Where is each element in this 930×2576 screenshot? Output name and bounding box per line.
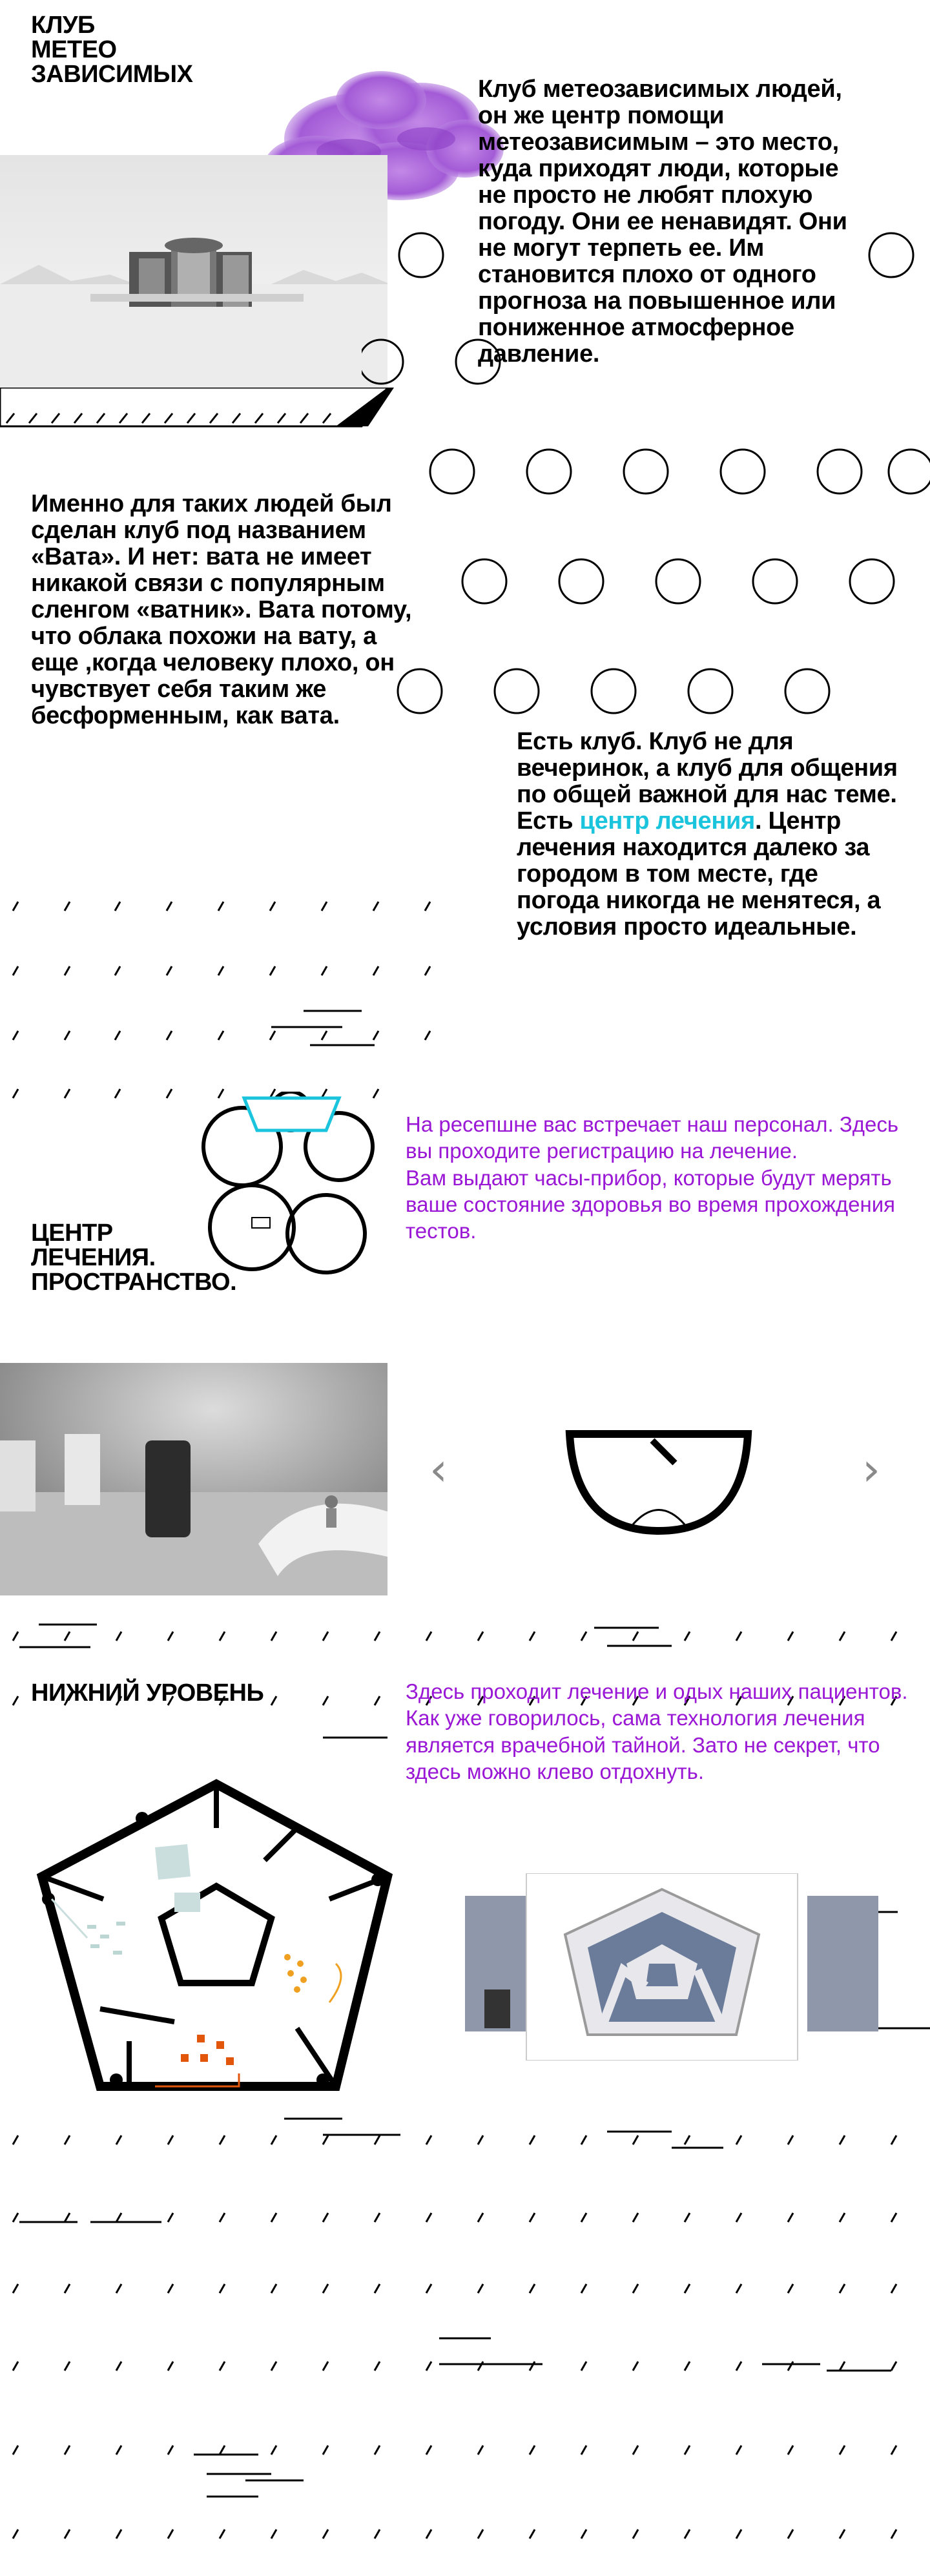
striped-base: [0, 388, 394, 428]
club-text: Есть клуб. Клуб не для вечеринок, а клуб…: [517, 728, 904, 940]
pentagon-model-render: [465, 1873, 878, 2061]
carousel-next-button[interactable]: ›: [862, 1447, 880, 1492]
intro-text: Клуб метеозависимых людей, он же центр п…: [478, 76, 847, 368]
vata-text: Именно для таких людей был сделан клуб п…: [31, 490, 412, 730]
treatment-center-link[interactable]: центр лечения: [580, 807, 756, 835]
reception-text: На ресепшне вас встречает наш персонал. …: [406, 1112, 899, 1243]
center-heading-line-1: ЦЕНТР: [31, 1220, 113, 1247]
reception-render: [0, 1363, 388, 1595]
title-line-2: МЕТЕО: [31, 36, 117, 63]
center-heading-line-2: ЛЕЧЕНИЯ.: [31, 1244, 156, 1271]
half-circle-plan: [565, 1430, 752, 1535]
building-render: [0, 155, 388, 394]
title-line-1: КЛУБ: [31, 12, 95, 39]
pentagon-floor-plan: [36, 1779, 393, 2091]
center-heading: ЦЕНТР ЛЕЧЕНИЯ. ПРОСТРАНСТВО.: [31, 1220, 237, 1296]
center-heading-line-3: ПРОСТРАНСТВО.: [31, 1269, 237, 1296]
title-line-3: ЗАВИСИМЫХ: [31, 61, 193, 88]
page-title: КЛУБ МЕТЕО ЗАВИСИМЫХ: [31, 12, 193, 88]
carousel-prev-button[interactable]: ‹: [429, 1447, 448, 1492]
lower-text: Здесь проходит лечение и одых наших паци…: [406, 1679, 908, 1783]
lower-heading: НИЖНИЙ УРОВЕНЬ: [31, 1679, 264, 1707]
